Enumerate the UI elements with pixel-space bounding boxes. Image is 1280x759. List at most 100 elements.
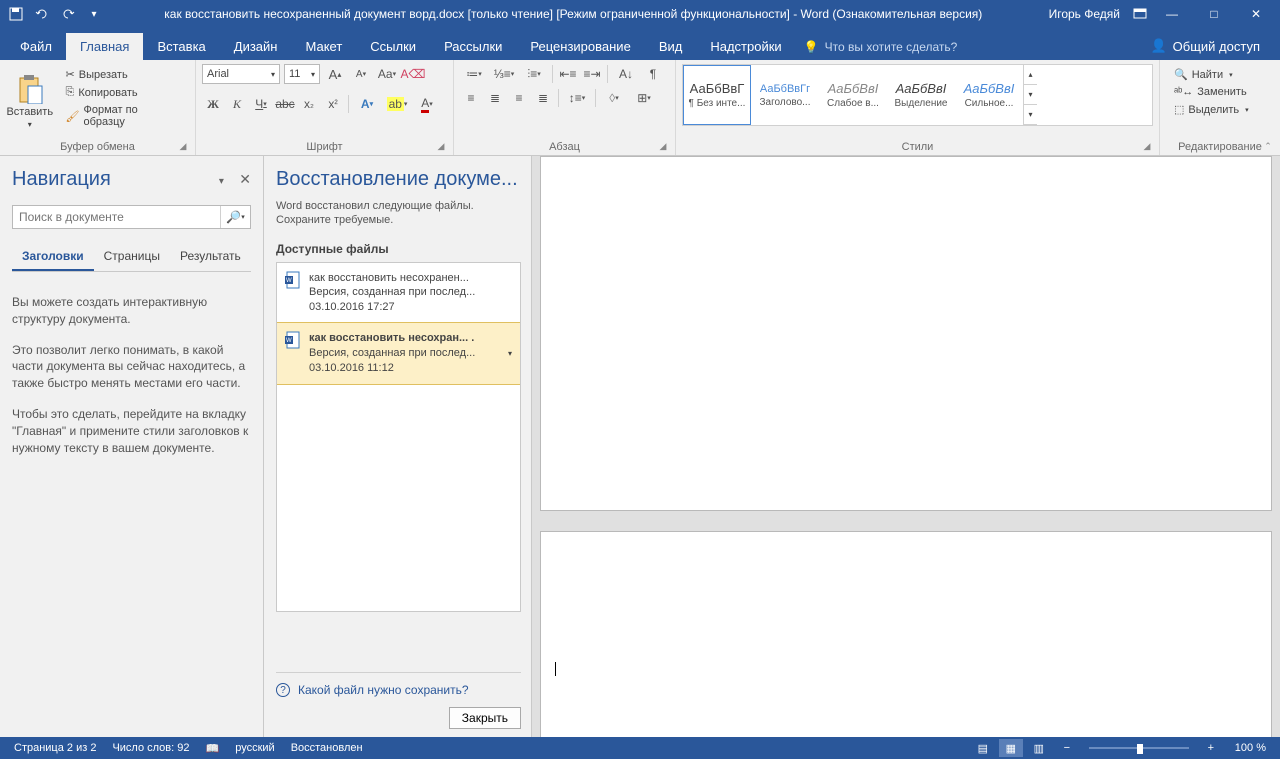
read-mode-button[interactable]: ▤ <box>971 739 995 757</box>
font-size-combo[interactable]: 11▾ <box>284 64 320 84</box>
sort-button[interactable]: A↓ <box>612 64 640 84</box>
paragraph-launcher[interactable]: ◢ <box>657 141 669 153</box>
user-name[interactable]: Игорь Федяй <box>1049 7 1120 21</box>
change-case-button[interactable]: Aa▾ <box>376 64 398 84</box>
qat-customize-button[interactable]: ▾ <box>82 3 106 25</box>
grow-font-button[interactable]: A▴ <box>324 64 346 84</box>
font-launcher[interactable]: ◢ <box>435 141 447 153</box>
language-button[interactable]: русский <box>227 742 282 754</box>
borders-button[interactable]: ⊞▾ <box>630 88 658 108</box>
chevron-down-icon[interactable]: ▾ <box>508 349 512 358</box>
save-button[interactable] <box>4 3 28 25</box>
shrink-font-button[interactable]: A▾ <box>350 64 372 84</box>
font-name-combo[interactable]: Arial▾ <box>202 64 280 84</box>
underline-button[interactable]: Ч▾ <box>250 94 272 114</box>
copy-button[interactable]: ⎘Копировать <box>62 84 185 101</box>
style-normal[interactable]: АаБбВвГ¶ Без инте... <box>683 65 751 125</box>
find-button[interactable]: 🔍Найти▾ <box>1170 66 1253 83</box>
increase-indent-button[interactable]: ≡⇥ <box>581 64 603 84</box>
text-effects-button[interactable]: A▾ <box>353 94 381 114</box>
justify-button[interactable]: ≣ <box>532 88 554 108</box>
font-color-button[interactable]: A▾ <box>413 94 441 114</box>
align-left-button[interactable]: ≡ <box>460 88 482 108</box>
collapse-ribbon-button[interactable]: ⌃ <box>1262 141 1274 153</box>
print-layout-button[interactable]: ▦ <box>999 739 1023 757</box>
align-right-button[interactable]: ≡ <box>508 88 530 108</box>
search-button[interactable]: 🔎▾ <box>220 206 250 228</box>
format-painter-button[interactable]: 🖌Формат по образцу <box>62 102 185 130</box>
style-heading[interactable]: АаБбВвГгЗаголово... <box>751 65 819 125</box>
page-indicator[interactable]: Страница 2 из 2 <box>6 742 104 754</box>
superscript-button[interactable]: x² <box>322 94 344 114</box>
navigation-close-button[interactable]: ✕ <box>239 171 251 187</box>
close-window-button[interactable]: ✕ <box>1236 3 1276 25</box>
subscript-button[interactable]: x₂ <box>298 94 320 114</box>
tab-layout[interactable]: Макет <box>291 33 356 60</box>
tab-view[interactable]: Вид <box>645 33 697 60</box>
tab-references[interactable]: Ссылки <box>356 33 430 60</box>
line-spacing-button[interactable]: ↕≡▾ <box>563 88 591 108</box>
styles-gallery[interactable]: АаБбВвГ¶ Без инте... АаБбВвГгЗаголово...… <box>682 64 1153 126</box>
decrease-indent-button[interactable]: ⇤≡ <box>557 64 579 84</box>
minimize-button[interactable]: — <box>1152 3 1192 25</box>
nav-tab-results[interactable]: Результать <box>170 243 251 271</box>
italic-button[interactable]: К <box>226 94 248 114</box>
style-emphasis[interactable]: АаБбВвІВыделение <box>887 65 955 125</box>
tell-me-search[interactable]: 💡 Что вы хотите сделать? <box>796 34 1137 60</box>
highlight-button[interactable]: ab▾ <box>383 94 411 114</box>
strikethrough-button[interactable]: abc <box>274 94 296 114</box>
cut-button[interactable]: ✂Вырезать <box>62 66 185 83</box>
show-marks-button[interactable]: ¶ <box>642 64 664 84</box>
clear-formatting-button[interactable]: A⌫ <box>402 64 424 84</box>
style-subtle-emphasis[interactable]: АаБбВвІСлабое в... <box>819 65 887 125</box>
nav-tab-headings[interactable]: Заголовки <box>12 243 94 271</box>
document-area[interactable] <box>532 156 1280 737</box>
zoom-slider[interactable] <box>1089 747 1189 749</box>
style-strong[interactable]: АаБбВвІСильное... <box>955 65 1023 125</box>
ribbon-display-button[interactable] <box>1128 3 1152 25</box>
zoom-in-button[interactable]: + <box>1199 739 1223 757</box>
word-count[interactable]: Число слов: 92 <box>104 742 197 754</box>
tab-review[interactable]: Рецензирование <box>516 33 644 60</box>
tab-home[interactable]: Главная <box>66 33 143 60</box>
select-button[interactable]: ⬚Выделить▾ <box>1170 101 1253 118</box>
nav-tab-pages[interactable]: Страницы <box>94 243 170 271</box>
paste-label: Вставить <box>6 106 53 118</box>
tab-file[interactable]: Файл <box>6 33 66 60</box>
share-button[interactable]: 👤 Общий доступ <box>1136 32 1274 60</box>
which-file-link[interactable]: ? Какой файл нужно сохранить? <box>276 683 521 697</box>
tab-mailings[interactable]: Рассылки <box>430 33 516 60</box>
align-center-button[interactable]: ≣ <box>484 88 506 108</box>
search-input[interactable] <box>13 206 220 228</box>
recovery-item-selected[interactable]: W как восстановить несохран... . Версия,… <box>276 322 521 385</box>
shading-button[interactable]: ◊▾ <box>600 88 628 108</box>
nav-menu-button[interactable]: ▾ <box>219 176 224 187</box>
zoom-out-button[interactable]: − <box>1055 739 1079 757</box>
bold-button[interactable]: Ж <box>202 94 224 114</box>
multilevel-button[interactable]: ⫶≡▾ <box>520 64 548 84</box>
tab-addins[interactable]: Надстройки <box>696 33 795 60</box>
recovery-item[interactable]: W как восстановить несохранен... Версия,… <box>277 263 520 324</box>
page-1[interactable] <box>540 156 1272 511</box>
page-2[interactable] <box>540 531 1272 737</box>
clipboard-launcher[interactable]: ◢ <box>177 141 189 153</box>
maximize-button[interactable]: □ <box>1194 3 1234 25</box>
web-layout-button[interactable]: ▥ <box>1027 739 1051 757</box>
gallery-up-button[interactable]: ▴ <box>1024 65 1037 85</box>
recovery-close-button[interactable]: Закрыть <box>449 707 521 729</box>
numbering-button[interactable]: ⅓≡▾ <box>490 64 518 84</box>
gallery-more-button[interactable]: ▾ <box>1024 105 1037 125</box>
bullets-button[interactable]: ≔▾ <box>460 64 488 84</box>
paste-button[interactable]: Вставить ▾ <box>6 64 54 139</box>
redo-button[interactable] <box>56 3 80 25</box>
tab-design[interactable]: Дизайн <box>220 33 292 60</box>
replace-button[interactable]: ᵃᵇ↔Заменить <box>1170 84 1253 100</box>
spellcheck-button[interactable]: 📖 <box>198 742 228 755</box>
zoom-level[interactable]: 100 % <box>1227 742 1274 754</box>
tab-insert[interactable]: Вставка <box>143 33 219 60</box>
gallery-down-button[interactable]: ▾ <box>1024 85 1037 105</box>
zoom-thumb[interactable] <box>1137 744 1143 754</box>
undo-button[interactable] <box>30 3 54 25</box>
styles-launcher[interactable]: ◢ <box>1141 141 1153 153</box>
recovered-indicator[interactable]: Восстановлен <box>283 742 371 754</box>
